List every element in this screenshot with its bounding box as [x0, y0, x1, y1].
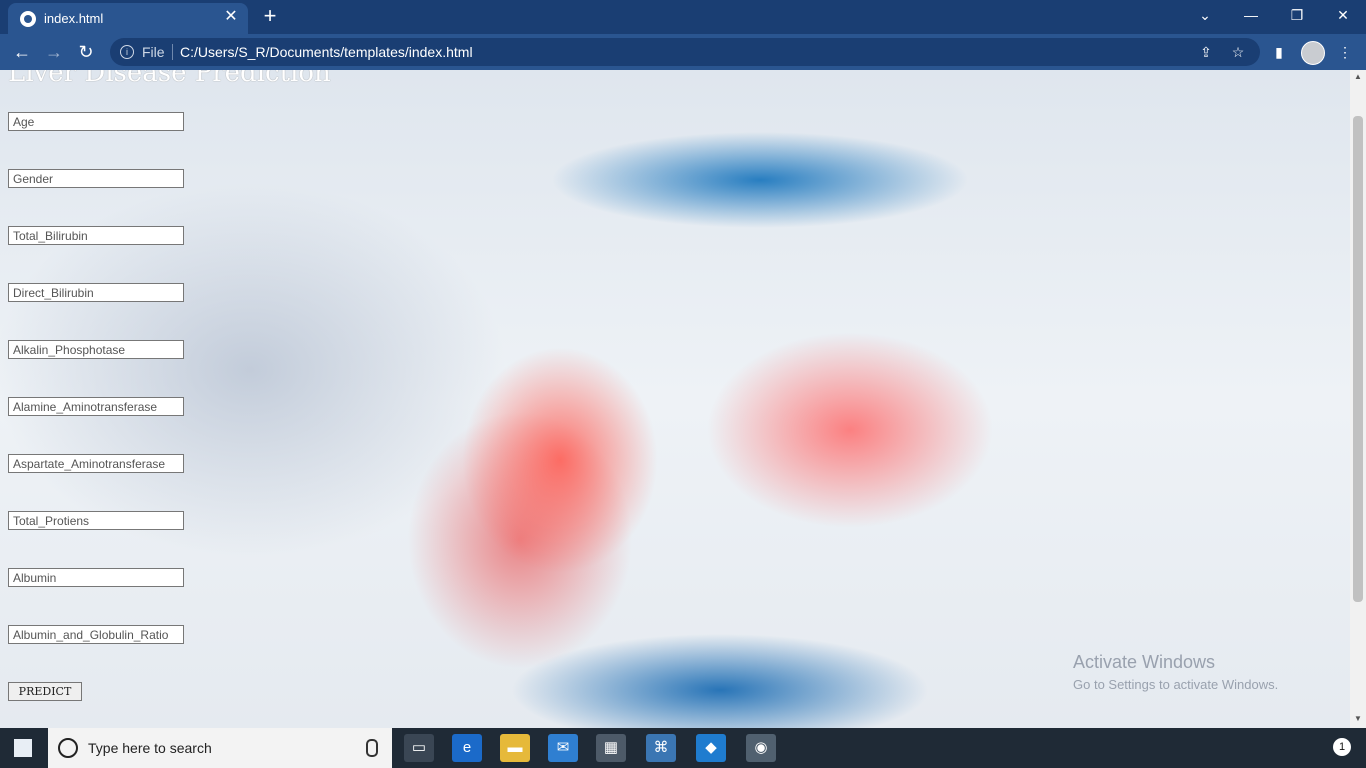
- edge-icon[interactable]: e: [452, 734, 482, 762]
- chrome-icon[interactable]: ◉: [746, 734, 776, 762]
- notification-badge[interactable]: 1: [1333, 738, 1351, 756]
- scroll-thumb[interactable]: [1353, 116, 1363, 602]
- scroll-down-icon[interactable]: ▼: [1353, 714, 1363, 724]
- share-icon[interactable]: ⇪: [1196, 42, 1216, 62]
- browser-toolbar: ← → ↻ i File C:/Users/S_R/Documents/temp…: [0, 34, 1366, 70]
- windows-taskbar: Type here to search ▭ e ▬ ✉ ▦ ⌘ ◆ ◉ 1: [0, 728, 1366, 768]
- python-icon[interactable]: ⌘: [646, 734, 676, 762]
- task-view-icon[interactable]: ▭: [404, 734, 434, 762]
- tab-close-button[interactable]: ✕: [222, 8, 240, 26]
- albumin-globulin-ratio-input[interactable]: [8, 625, 184, 644]
- bookmark-star-icon[interactable]: ☆: [1228, 42, 1248, 62]
- taskbar-search-placeholder: Type here to search: [88, 740, 212, 756]
- globe-icon: [20, 11, 36, 27]
- tab-title: index.html: [44, 11, 104, 26]
- gender-input[interactable]: [8, 169, 184, 188]
- tab-search-button[interactable]: ⌄: [1182, 0, 1228, 30]
- reload-icon[interactable]: ↻: [74, 40, 98, 64]
- url-separator: [172, 44, 173, 60]
- vscode-icon[interactable]: ◆: [696, 734, 726, 762]
- direct-bilirubin-input[interactable]: [8, 283, 184, 302]
- scroll-up-icon[interactable]: ▲: [1353, 72, 1363, 82]
- predict-button[interactable]: PREDICT: [8, 682, 82, 701]
- page-viewport: Liver Disease Prediction PREDICT Activat…: [0, 70, 1350, 728]
- side-panel-icon[interactable]: ▮: [1268, 41, 1290, 63]
- activate-windows-watermark: Activate Windows Go to Settings to activ…: [1073, 652, 1278, 692]
- age-input[interactable]: [8, 112, 184, 131]
- aspartate-aminotransferase-input[interactable]: [8, 454, 184, 473]
- file-explorer-icon[interactable]: ▬: [500, 734, 530, 762]
- total-protiens-input[interactable]: [8, 511, 184, 530]
- windows-start-icon[interactable]: [14, 739, 32, 757]
- restore-button[interactable]: ❐: [1274, 0, 1320, 30]
- mail-icon[interactable]: ✉: [548, 734, 578, 762]
- microphone-icon[interactable]: [366, 739, 378, 757]
- forward-arrow-icon[interactable]: →: [42, 40, 66, 64]
- watermark-subtitle: Go to Settings to activate Windows.: [1073, 677, 1279, 692]
- minimize-button[interactable]: —: [1228, 0, 1274, 30]
- close-window-button[interactable]: ✕: [1320, 0, 1366, 30]
- menu-kebab-icon[interactable]: ⋮: [1334, 41, 1356, 63]
- address-bar[interactable]: i File C:/Users/S_R/Documents/templates/…: [110, 38, 1260, 66]
- store-icon[interactable]: ▦: [596, 734, 626, 762]
- new-tab-button[interactable]: +: [258, 5, 282, 29]
- browser-tab[interactable]: index.html ✕: [8, 3, 248, 34]
- vertical-scrollbar[interactable]: ▲ ▼: [1350, 70, 1366, 728]
- tab-strip: index.html ✕ + ⌄ — ❐ ✕: [0, 0, 1366, 34]
- search-icon: [58, 738, 78, 758]
- taskbar-search-box[interactable]: Type here to search: [48, 728, 392, 768]
- albumin-input[interactable]: [8, 568, 184, 587]
- profile-avatar[interactable]: [1301, 41, 1325, 65]
- alkalin-phosphotase-input[interactable]: [8, 340, 184, 359]
- alamine-aminotransferase-input[interactable]: [8, 397, 184, 416]
- watermark-title: Activate Windows: [1073, 652, 1216, 672]
- url-scheme: File: [142, 44, 165, 60]
- back-arrow-icon[interactable]: ←: [10, 40, 34, 64]
- total-bilirubin-input[interactable]: [8, 226, 184, 245]
- url-text[interactable]: C:/Users/S_R/Documents/templates/index.h…: [180, 44, 473, 60]
- info-icon[interactable]: i: [120, 45, 134, 59]
- page-title: Liver Disease Prediction: [8, 70, 331, 88]
